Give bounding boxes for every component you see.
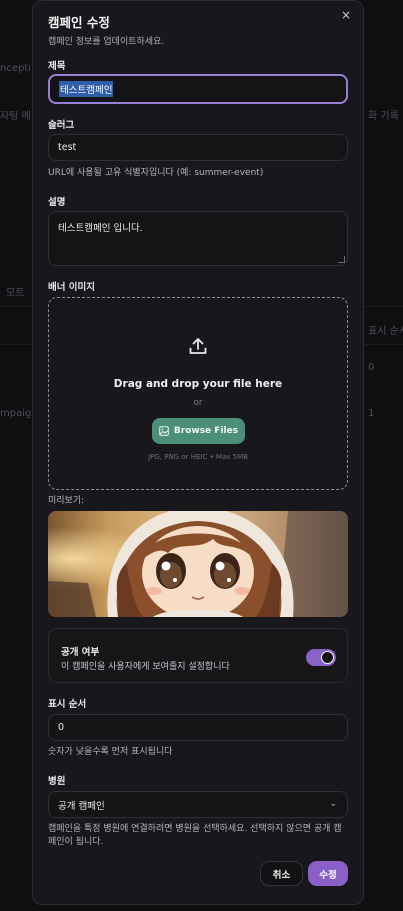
bg-text: 1 (368, 408, 375, 419)
slug-input[interactable]: test (48, 134, 348, 161)
dialog-subtitle: 캠페인 정보를 업데이트하세요. (48, 37, 165, 47)
dropzone-or: or (193, 398, 203, 408)
description-label: 설명 (48, 197, 66, 208)
browse-files-button[interactable]: Browse Files (152, 418, 245, 444)
dropzone-meta: JPG, PNG or HEIC • Max 5MB (148, 453, 248, 461)
visibility-title: 공개 여부 (61, 647, 100, 658)
slug-input-value: test (58, 142, 77, 153)
hospital-select[interactable]: 공개 캠페인 ⌄ (48, 791, 348, 818)
submit-button[interactable]: 수정 (308, 861, 348, 886)
hospital-select-value: 공개 캠페인 (58, 800, 105, 812)
visibility-card: 공개 여부 이 캠페인을 사용자에게 보여줄지 설정합니다 (48, 628, 348, 683)
description-value: 테스트캠페인 입니다. (58, 223, 143, 234)
chevron-down-icon: ⌄ (329, 799, 337, 809)
banner-preview-image (48, 511, 348, 617)
visibility-description: 이 캠페인을 사용자에게 보여줄지 설정합니다 (61, 662, 230, 672)
order-hint: 숫자가 낮을수록 먼저 표시됩니다 (48, 747, 173, 757)
preview-label: 미리보기: (48, 496, 85, 506)
title-label: 제목 (48, 61, 66, 72)
title-input[interactable]: 테스트캠페인 (48, 74, 348, 104)
bg-text: 자팅 메 (0, 111, 31, 122)
cancel-button[interactable]: 취소 (260, 861, 303, 886)
banner-dropzone[interactable]: Drag and drop your file here or Browse F… (48, 297, 348, 490)
bg-text: 0 (368, 362, 375, 373)
visibility-toggle[interactable] (306, 649, 336, 666)
banner-label: 배너 이미지 (48, 282, 96, 293)
browse-files-label: Browse Files (173, 426, 239, 436)
order-input-value: 0 (58, 722, 65, 733)
hospital-hint: 캠페인을 특정 병원에 연결하려면 병원을 선택하세요. 선택하지 않으면 공개… (48, 824, 342, 847)
hospital-label: 병원 (48, 776, 66, 787)
dialog-title: 캠페인 수정 (48, 15, 110, 30)
slug-hint: URL에 사용될 고유 식별자입니다 (예: summer-event) (48, 168, 264, 178)
order-input[interactable]: 0 (48, 714, 348, 741)
order-label: 표시 순서 (48, 699, 87, 710)
image-icon (159, 426, 169, 436)
edit-campaign-dialog: 캠페인 수정 캠페인 정보를 업데이트하세요. × 제목 테스트캠페인 슬러그 … (32, 0, 364, 905)
bg-text: 화 기록 (368, 111, 399, 122)
upload-icon (189, 338, 207, 354)
title-input-value: 테스트캠페인 (59, 81, 114, 97)
bg-text: 표시 순서 (368, 326, 403, 337)
bg-text: 모트 (6, 288, 25, 299)
dropzone-title: Drag and drop your file here (113, 378, 283, 390)
resize-handle-icon[interactable] (338, 256, 345, 263)
slug-label: 슬러그 (48, 120, 75, 131)
bg-text: ncepti (0, 63, 32, 74)
description-textarea[interactable]: 테스트캠페인 입니다. (48, 211, 348, 266)
close-icon[interactable]: × (341, 8, 351, 22)
toggle-knob (321, 651, 334, 664)
